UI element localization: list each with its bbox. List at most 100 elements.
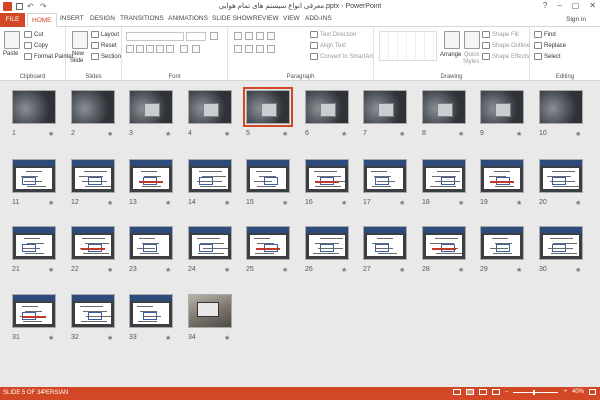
- section-button[interactable]: Section: [91, 53, 121, 60]
- transition-star-icon[interactable]: ★: [575, 266, 581, 274]
- transition-star-icon[interactable]: ★: [399, 266, 405, 274]
- slide-thumbnail[interactable]: [480, 159, 524, 193]
- clear-format-icon[interactable]: [192, 45, 200, 53]
- zoom-level[interactable]: 40%: [572, 389, 584, 395]
- tab-animations[interactable]: ANIMATIONS: [168, 15, 208, 22]
- slide-thumbnail[interactable]: [243, 87, 293, 127]
- slide-thumbnail[interactable]: [188, 90, 232, 124]
- strikethrough-icon[interactable]: [156, 45, 164, 53]
- layout-button[interactable]: Layout: [91, 31, 119, 38]
- transition-star-icon[interactable]: ★: [165, 334, 171, 342]
- zoom-in-button[interactable]: +: [563, 389, 567, 395]
- slide-thumbnail[interactable]: [12, 159, 56, 193]
- normal-view-icon[interactable]: [453, 389, 462, 395]
- align-center-icon[interactable]: [245, 45, 253, 53]
- transition-star-icon[interactable]: ★: [341, 266, 347, 274]
- minimize-button[interactable]: –: [557, 1, 561, 10]
- justify-icon[interactable]: [267, 45, 275, 53]
- transition-star-icon[interactable]: ★: [458, 199, 464, 207]
- transition-star-icon[interactable]: ★: [458, 130, 464, 138]
- tab-review[interactable]: REVIEW: [253, 15, 279, 22]
- transition-star-icon[interactable]: ★: [282, 199, 288, 207]
- shapes-gallery[interactable]: [379, 31, 437, 61]
- font-size-input[interactable]: [186, 32, 206, 41]
- slide-thumbnail[interactable]: [129, 90, 173, 124]
- transition-star-icon[interactable]: ★: [575, 199, 581, 207]
- slide-thumbnail[interactable]: [12, 90, 56, 124]
- tab-home[interactable]: HOME: [27, 13, 57, 27]
- slide-thumbnail[interactable]: [305, 90, 349, 124]
- font-color-icon[interactable]: [180, 45, 188, 53]
- transition-star-icon[interactable]: ★: [458, 266, 464, 274]
- tab-add-ins[interactable]: ADD-INS: [305, 15, 332, 22]
- shape-outline-button[interactable]: Shape Outline: [482, 42, 530, 49]
- tab-file[interactable]: FILE: [0, 13, 25, 27]
- tab-slide-show[interactable]: SLIDE SHOW: [212, 15, 253, 22]
- grow-font-icon[interactable]: [210, 32, 218, 40]
- transition-star-icon[interactable]: ★: [165, 199, 171, 207]
- convert-smartart-button[interactable]: Convert to SmartArt: [310, 53, 373, 60]
- replace-button[interactable]: Replace: [534, 42, 566, 49]
- transition-star-icon[interactable]: ★: [107, 266, 113, 274]
- align-left-icon[interactable]: [234, 45, 242, 53]
- italic-icon[interactable]: [136, 45, 144, 53]
- transition-star-icon[interactable]: ★: [165, 130, 171, 138]
- transition-star-icon[interactable]: ★: [516, 266, 522, 274]
- transition-star-icon[interactable]: ★: [399, 130, 405, 138]
- align-text-button[interactable]: Align Text: [310, 42, 346, 49]
- transition-star-icon[interactable]: ★: [575, 130, 581, 138]
- copy-button[interactable]: Copy: [24, 42, 48, 49]
- maximize-button[interactable]: ▢: [572, 1, 580, 10]
- transition-star-icon[interactable]: ★: [282, 130, 288, 138]
- sign-in-link[interactable]: Sign in: [566, 16, 586, 23]
- slide-thumbnail[interactable]: [246, 226, 290, 260]
- new-slide-button[interactable]: New: [72, 51, 84, 57]
- transition-star-icon[interactable]: ★: [282, 266, 288, 274]
- transition-star-icon[interactable]: ★: [107, 130, 113, 138]
- decrease-indent-icon[interactable]: [256, 32, 264, 40]
- tab-view[interactable]: VIEW: [283, 15, 300, 22]
- transition-star-icon[interactable]: ★: [48, 130, 54, 138]
- transition-star-icon[interactable]: ★: [224, 334, 230, 342]
- quick-styles-button[interactable]: Quick: [464, 52, 479, 58]
- slide-thumbnail[interactable]: [363, 90, 407, 124]
- slide-thumbnail[interactable]: [422, 90, 466, 124]
- transition-star-icon[interactable]: ★: [48, 266, 54, 274]
- underline-icon[interactable]: [146, 45, 154, 53]
- bold-icon[interactable]: [126, 45, 134, 53]
- slide-thumbnail[interactable]: [71, 226, 115, 260]
- slide-sorter-view-icon[interactable]: [466, 389, 475, 395]
- slide-thumbnail[interactable]: [129, 294, 173, 328]
- transition-star-icon[interactable]: ★: [107, 199, 113, 207]
- paste-button[interactable]: Paste: [3, 51, 18, 57]
- tab-transitions[interactable]: TRANSITIONS: [120, 15, 164, 22]
- slide-thumbnail[interactable]: [188, 226, 232, 260]
- reset-button[interactable]: Reset: [91, 42, 117, 49]
- slide-thumbnail[interactable]: [71, 294, 115, 328]
- close-button[interactable]: ✕: [589, 1, 596, 10]
- transition-star-icon[interactable]: ★: [341, 199, 347, 207]
- transition-star-icon[interactable]: ★: [516, 130, 522, 138]
- slide-thumbnail[interactable]: [12, 226, 56, 260]
- select-button[interactable]: Select: [534, 53, 561, 60]
- zoom-slider[interactable]: [513, 389, 559, 395]
- slide-thumbnail[interactable]: [71, 90, 115, 124]
- slide-thumbnail[interactable]: [71, 159, 115, 193]
- transition-star-icon[interactable]: ★: [165, 266, 171, 274]
- slide-thumbnail[interactable]: [305, 226, 349, 260]
- transition-star-icon[interactable]: ★: [48, 334, 54, 342]
- slide-thumbnail[interactable]: [188, 294, 232, 328]
- slide-thumbnail[interactable]: [129, 159, 173, 193]
- slide-thumbnail[interactable]: [12, 294, 56, 328]
- help-button[interactable]: ?: [543, 1, 547, 10]
- transition-star-icon[interactable]: ★: [107, 334, 113, 342]
- arrange-button[interactable]: Arrange: [440, 52, 461, 58]
- slide-thumbnail[interactable]: [422, 159, 466, 193]
- transition-star-icon[interactable]: ★: [48, 199, 54, 207]
- fit-to-window-icon[interactable]: [589, 389, 596, 395]
- slide-thumbnail[interactable]: [246, 159, 290, 193]
- zoom-slider-thumb[interactable]: [533, 389, 536, 395]
- shape-fill-button[interactable]: Shape Fill: [482, 31, 519, 38]
- text-direction-button[interactable]: Text Direction: [310, 31, 356, 38]
- cut-button[interactable]: Cut: [24, 31, 43, 38]
